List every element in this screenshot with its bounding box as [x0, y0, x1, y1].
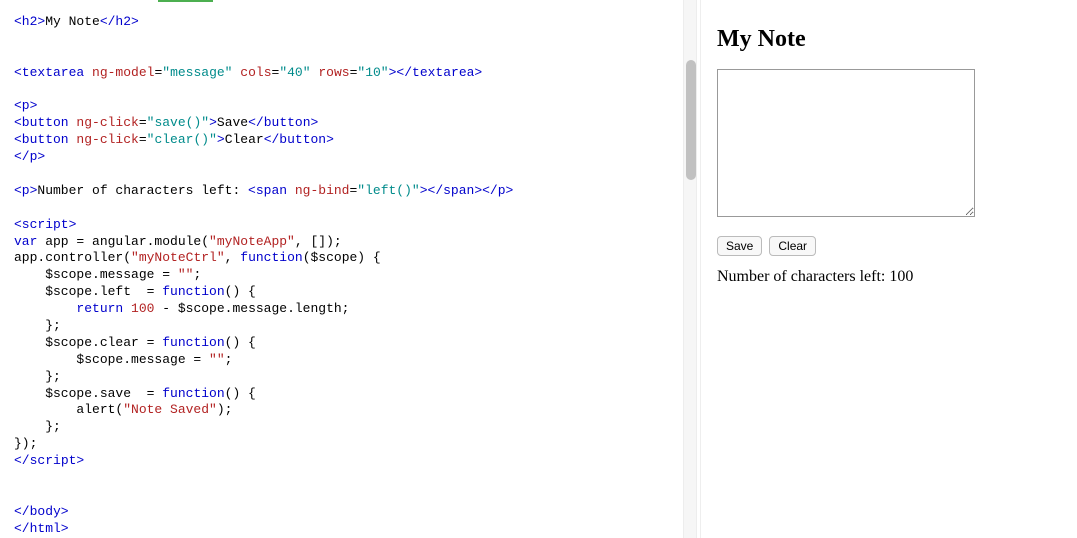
char-count-line: Number of characters left: 100 — [717, 268, 1061, 286]
save-button[interactable]: Save — [717, 236, 762, 256]
scrollbar-track[interactable] — [683, 0, 697, 538]
scrollbar-thumb[interactable] — [686, 60, 696, 180]
preview-pane: My Note Save Clear Number of characters … — [700, 0, 1077, 538]
active-tab-indicator — [158, 0, 213, 2]
char-count-label: Number of characters left: — [717, 268, 889, 285]
preview-heading: My Note — [717, 26, 1061, 53]
note-textarea[interactable] — [717, 69, 975, 217]
char-count-value: 100 — [889, 268, 913, 285]
code-editor-pane[interactable]: <h2>My Note</h2> <textarea ng-model="mes… — [0, 0, 680, 538]
clear-button[interactable]: Clear — [769, 236, 816, 256]
code-content[interactable]: <h2>My Note</h2> <textarea ng-model="mes… — [14, 14, 670, 538]
pane-divider[interactable] — [680, 0, 700, 538]
button-row: Save Clear — [717, 236, 1061, 256]
